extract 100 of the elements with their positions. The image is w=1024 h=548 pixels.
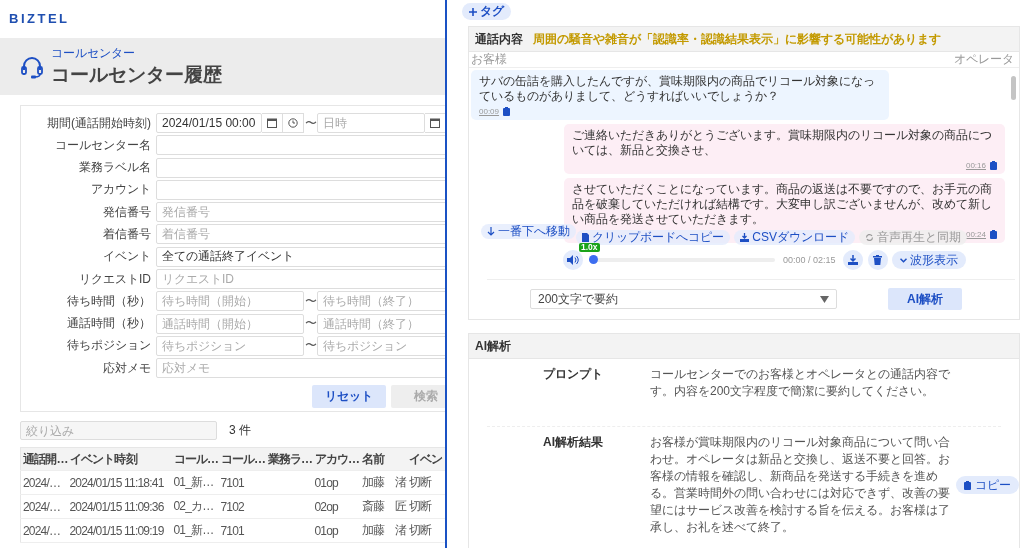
date-time-field[interactable]: 2024/01/15 00:00 xyxy=(156,113,262,133)
table-cell: 01_新… xyxy=(173,523,214,538)
column-header[interactable]: コール… xyxy=(218,447,266,471)
field-label: アカウント xyxy=(91,181,152,199)
text-field[interactable]: リクエストID xyxy=(156,269,445,290)
copy-button[interactable]: コピー xyxy=(956,476,1019,494)
text-field[interactable]: 応対メモ xyxy=(156,358,445,379)
table-cell: 切断 xyxy=(408,475,431,490)
calendar-icon[interactable] xyxy=(430,118,440,128)
scrollbar[interactable] xyxy=(1011,76,1016,100)
ai-analysis-button[interactable]: AI解析 xyxy=(888,288,962,310)
clipboard-icon[interactable] xyxy=(964,480,971,490)
slider-thumb[interactable] xyxy=(589,255,598,264)
delete-button[interactable] xyxy=(867,250,888,270)
breadcrumb-link[interactable]: コールセンター xyxy=(51,45,135,62)
table-cell: 2024/01/15 11:09:19 xyxy=(69,523,164,538)
column-header[interactable]: アカウ… xyxy=(312,447,360,471)
field-label: 待ちポジション xyxy=(67,337,152,355)
range-start-field[interactable]: 通話時間（開始） xyxy=(156,313,304,334)
download-button[interactable] xyxy=(842,250,863,270)
text-field[interactable] xyxy=(156,179,445,200)
sync-icon xyxy=(865,233,874,242)
column-header[interactable]: イベント時刻 xyxy=(67,447,172,471)
message-bubble: サバの缶詰を購入したんですが、賞味期限内の商品でリコール対象になっているものがありまして、どうすればいいでしょうか？ 00:09 xyxy=(471,70,889,120)
table-cell: 2024/01/15 11:09:36 xyxy=(69,499,164,514)
waveform-button[interactable]: 波形表示 xyxy=(891,251,966,269)
column-header[interactable]: コール… xyxy=(171,447,219,471)
copy-clipboard-button[interactable]: クリップボードへコピー xyxy=(576,230,731,245)
clipboard-icon[interactable] xyxy=(990,161,997,170)
field-label: イベント xyxy=(103,248,152,266)
field-label: コールセンター名 xyxy=(55,136,152,154)
column-header[interactable]: 通話開… xyxy=(20,447,68,471)
logo[interactable]: BIZTEL xyxy=(0,0,70,26)
table-cell: 01_新… xyxy=(173,475,214,490)
analysis-text: お客様が賞味期限内のリコール対象商品について問い合わせ。オペレータは新品と交換し、返送不要と回答。お客様の情報を確認し、新商品を発送する手続きを進める。営業時間外の問い合わせには対応できず、改善の要望にはサービス改善を検討する旨を伝える。お客様は了承し、お礼を述べて終了。 xyxy=(650,434,950,536)
table-cell: 2024/… xyxy=(23,499,61,514)
text-field[interactable] xyxy=(156,157,445,178)
range-separator: 〜 xyxy=(304,315,317,333)
headset-icon xyxy=(20,54,44,79)
range-end-field[interactable]: 待ちポジション xyxy=(317,335,445,356)
range-start-field[interactable]: 待ち時間（開始） xyxy=(156,291,304,312)
volume-button[interactable] xyxy=(563,250,583,270)
speaker-label: お客様 xyxy=(471,51,507,68)
text-field[interactable]: 着信番号 xyxy=(156,224,445,245)
date-field[interactable]: 日時 xyxy=(317,113,425,133)
clipboard-icon[interactable] xyxy=(990,230,997,239)
table-cell: 切断 xyxy=(408,499,431,514)
chevron-down-icon xyxy=(899,257,907,263)
table-cell: 7102 xyxy=(220,499,244,514)
speaker-label: オペレータ xyxy=(954,51,1014,68)
table-cell: 01op xyxy=(314,523,338,538)
field-label: 発信番号 xyxy=(103,203,152,221)
table-cell: 2024/01/15 11:18:41 xyxy=(69,475,164,490)
table-cell: 02op xyxy=(314,499,338,514)
page-title: コールセンター履歴 xyxy=(51,63,222,87)
analysis-text: コールセンターでのお客様とオペレータとの通話内容です。内容を200文字程度で簡潔に要約してください。 xyxy=(650,366,950,400)
range-separator: 〜 xyxy=(304,292,317,310)
field-label: 業務ラベル名 xyxy=(79,159,152,177)
summary-dropdown[interactable]: 200文字で要約 xyxy=(530,289,837,309)
clock-icon[interactable] xyxy=(288,118,298,128)
table-cell: 01op xyxy=(314,475,338,490)
column-header[interactable]: 業務ラ… xyxy=(265,447,313,471)
table-cell: 切断 xyxy=(408,523,431,538)
csv-download-button[interactable]: CSVダウンロード xyxy=(734,230,855,245)
range-end-field[interactable]: 通話時間（終了） xyxy=(317,313,445,334)
trash-icon xyxy=(873,255,883,265)
calendar-icon[interactable] xyxy=(267,118,277,128)
range-start-field[interactable]: 待ちポジション xyxy=(156,335,304,356)
card-title: 通話内容 xyxy=(475,30,523,48)
text-field[interactable] xyxy=(156,135,445,156)
clipboard-icon[interactable] xyxy=(503,107,511,116)
field-label: 着信番号 xyxy=(103,226,152,243)
dropdown-arrow-icon xyxy=(820,295,829,303)
table-cell: 加藤 渚 xyxy=(361,475,407,490)
scroll-to-bottom-button[interactable]: 一番下へ移動 xyxy=(481,224,576,239)
field-label: 期間(通話開始時刻) xyxy=(47,114,152,132)
field-label: 応対メモ xyxy=(103,359,152,377)
field-label: リクエストID xyxy=(79,270,152,288)
table-cell: 斎藤 匠 xyxy=(361,499,407,514)
speaker-icon xyxy=(567,255,579,265)
table-cell: 7101 xyxy=(220,523,244,538)
playback-time: 00:00 / 02:15 xyxy=(783,255,836,265)
plus-icon xyxy=(469,7,477,16)
filter-field[interactable]: 絞り込み xyxy=(20,421,217,441)
speed-badge[interactable]: 1.0x xyxy=(579,243,600,252)
table-cell: 加藤 渚 xyxy=(361,523,407,538)
column-header[interactable]: イベン xyxy=(406,447,445,471)
add-tag-button[interactable]: タグ xyxy=(462,3,511,20)
text-field[interactable]: 発信番号 xyxy=(156,202,445,223)
message-bubble: ご連絡いただきありがとうございます。賞味期限内のリコール対象の商品については、新品と交換させ、 00:16 xyxy=(564,124,1005,174)
field-label: 待ち時間（秒） xyxy=(67,292,152,310)
column-header[interactable]: 名前 xyxy=(359,447,407,471)
text-field[interactable]: 全ての通話終了イベント xyxy=(156,246,445,267)
reset-button[interactable]: リセット xyxy=(312,385,386,409)
range-end-field[interactable]: 待ち時間（終了） xyxy=(317,291,445,312)
result-count: 3 件 xyxy=(229,422,251,440)
table-cell: 2024/… xyxy=(23,523,61,538)
document-icon xyxy=(582,233,590,242)
row-label: AI解析結果 xyxy=(543,434,603,451)
row-label: プロンプト xyxy=(543,366,603,383)
